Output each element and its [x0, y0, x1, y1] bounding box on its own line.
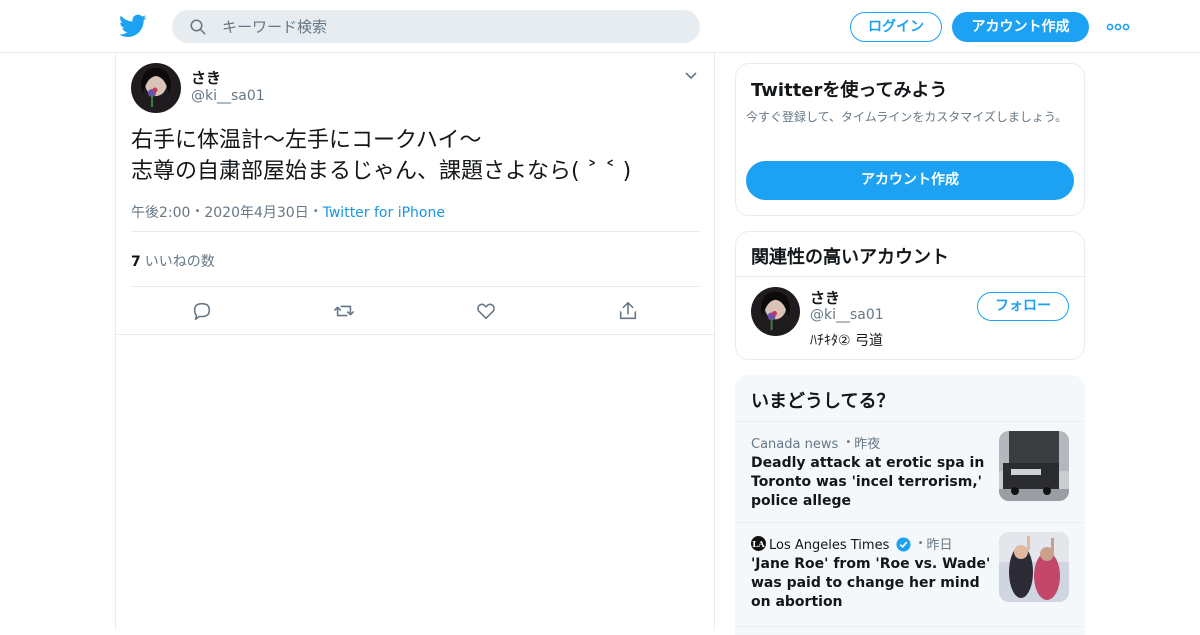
trend-source-name: Los Angeles Times [769, 538, 890, 553]
card-title: 関連性の高いアカウント [751, 247, 949, 268]
card-title: いまどうしてる？ [751, 391, 895, 412]
likes-number: 7 [131, 254, 141, 270]
tweet-author-name[interactable]: さき [191, 67, 221, 88]
trend-thumbnail-image [999, 431, 1069, 501]
signup-prompt-card: Twitterを使ってみよう 今すぐ登録して、タイムラインをカスタマイズしましょ… [735, 63, 1085, 216]
like-heart-icon[interactable] [475, 300, 497, 322]
trend-item[interactable]: Canada news • 昨夜 Deadly attack at erotic … [736, 422, 1084, 522]
tweet-text-line: 右手に体温計〜左手にコークハイ〜 [131, 128, 482, 153]
trend-source: Canada news • 昨夜 [751, 433, 880, 452]
related-account-name[interactable]: さき [810, 287, 840, 308]
separator-dot: • [845, 437, 852, 448]
create-account-button[interactable]: アカウント作成 [746, 161, 1074, 200]
divider [736, 626, 1084, 627]
related-account-handle[interactable]: @ki__sa01 [810, 307, 884, 323]
trend-thumbnail-image [999, 532, 1069, 602]
top-navigation-bar: ログイン アカウント作成 [0, 0, 1200, 53]
reply-icon[interactable] [191, 300, 213, 322]
separator-dot: • [312, 206, 319, 217]
follow-button[interactable]: フォロー [977, 292, 1069, 321]
trend-source-name: Canada news [751, 437, 839, 452]
divider [131, 231, 700, 232]
likes-count[interactable]: 7 いいねの数 [131, 251, 215, 271]
trend-item[interactable]: LA Los Angeles Times • 昨日 'Jane Roe' from… [736, 523, 1084, 626]
trend-headline: 'Jane Roe' from 'Roe vs. Wade' was paid … [751, 556, 991, 610]
avatar[interactable] [131, 63, 181, 113]
tweet[interactable]: さき @ki__sa01 右手に体温計〜左手にコークハイ〜 志尊の自粛部屋始まる… [116, 53, 714, 335]
tweet-metadata: 午後2:00 • 2020年4月30日 • Twitter for iPhone [131, 202, 445, 222]
chevron-down-icon[interactable] [684, 69, 698, 83]
tweet-source-link[interactable]: Twitter for iPhone [323, 205, 445, 221]
related-accounts-card: 関連性の高いアカウント さき @ki__sa01 ﾊﾁｷﾀ② 弓道 フォロー [735, 231, 1085, 360]
signup-button[interactable]: アカウント作成 [952, 12, 1089, 42]
card-title: Twitterを使ってみよう [751, 80, 948, 101]
share-icon[interactable] [617, 300, 639, 322]
tweet-time[interactable]: 午後2:00 [131, 205, 190, 221]
separator-dot: • [917, 538, 924, 549]
tweet-text: 右手に体温計〜左手にコークハイ〜 志尊の自粛部屋始まるじゃん、課題さよなら( ˃… [131, 125, 701, 187]
trend-time: 昨日 [926, 538, 953, 553]
likes-label: いいねの数 [144, 254, 215, 270]
trend-time: 昨夜 [854, 437, 881, 452]
tweet-text-line: 志尊の自粛部屋始まるじゃん、課題さよなら( ˃ ˂ ) [131, 159, 632, 184]
verified-badge-icon [895, 537, 911, 552]
twitter-bird-logo-icon[interactable] [119, 12, 147, 40]
divider [736, 276, 1084, 277]
timeline-column: さき @ki__sa01 右手に体温計〜左手にコークハイ〜 志尊の自粛部屋始まる… [115, 53, 715, 630]
trend-headline: Deadly attack at erotic spa in Toronto w… [751, 455, 985, 509]
divider [131, 286, 700, 287]
related-account-bio: ﾊﾁｷﾀ② 弓道 [810, 333, 884, 349]
search-icon [190, 19, 206, 35]
tweet-author-handle[interactable]: @ki__sa01 [191, 88, 265, 104]
more-options-icon[interactable] [1106, 18, 1130, 36]
tweet-date[interactable]: 2020年4月30日 [204, 205, 308, 221]
la-times-logo-icon: LA [751, 536, 766, 551]
separator-dot: • [194, 206, 201, 217]
login-button[interactable]: ログイン [850, 12, 942, 42]
search-box[interactable] [172, 10, 700, 43]
svg-text:LA: LA [752, 539, 765, 549]
retweet-icon[interactable] [333, 300, 355, 322]
trend-source: LA Los Angeles Times • 昨日 [751, 534, 953, 553]
avatar[interactable] [751, 287, 800, 336]
search-input[interactable] [222, 14, 682, 39]
whats-happening-card: いまどうしてる？ Canada news • 昨夜 Deadly attack a… [735, 375, 1085, 635]
card-description: 今すぐ登録して、タイムラインをカスタマイズしましょう。 [746, 110, 1068, 124]
